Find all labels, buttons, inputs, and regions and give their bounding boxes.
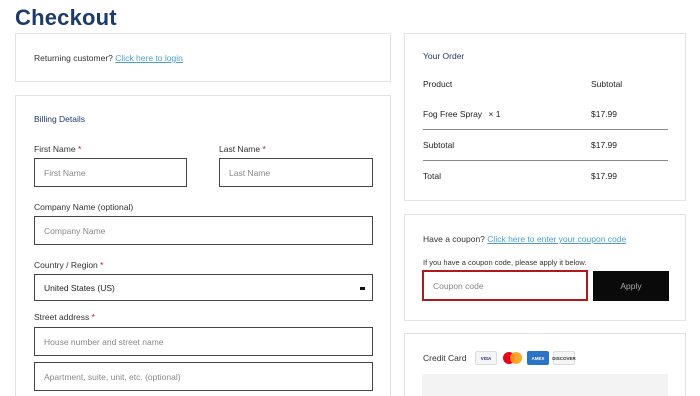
first-name-label: First Name * [34,144,81,154]
billing-details-panel: Billing Details First Name * First Name … [15,95,391,396]
total-label: Total [423,171,441,181]
order-table-header: Product Subtotal [423,79,669,89]
returning-customer-panel: Returning customer? Click here to login [15,33,391,82]
company-name-field[interactable]: Company Name [34,216,373,245]
product-column-header: Product [423,79,453,89]
apply-coupon-button[interactable]: Apply [593,271,669,301]
subtotal-label: Subtotal [423,140,455,150]
payment-panel: Credit Card VISA AMEX DISCOVER [404,333,686,396]
required-marker: * [262,144,266,154]
first-name-field[interactable]: First Name [34,158,187,187]
coupon-hint: If you have a coupon code, please apply … [423,258,587,267]
dropdown-arrow-icon [360,287,365,290]
card-details-area[interactable] [422,374,668,396]
company-name-label: Company Name (optional) [34,202,134,212]
last-name-label: Last Name * [219,144,266,154]
billing-heading: Billing Details [34,114,86,124]
mastercard-orange-circle [510,352,522,364]
returning-customer-notice: Returning customer? Click here to login [34,53,183,63]
street-address-label: Street address * [34,312,95,322]
order-total-row: Total $17.99 [423,171,669,181]
last-name-label-text: Last Name [219,144,261,154]
coupon-panel: Have a coupon? Click here to enter your … [404,214,686,321]
order-item-qty: × 1 [488,109,501,119]
subtotal-value: $17.99 [591,140,617,150]
mastercard-icon [502,351,524,365]
order-divider [423,129,668,130]
required-marker: * [91,312,95,322]
page-title: Checkout [15,5,117,30]
street-address-line2-field[interactable]: Apartment, suite, unit, etc. (optional) [34,362,373,391]
total-value: $17.99 [591,171,617,181]
coupon-link[interactable]: Click here to enter your coupon code [487,234,626,244]
required-marker: * [100,260,104,270]
order-heading: Your Order [423,51,465,61]
discover-card-icon: DISCOVER [552,351,576,365]
visa-card-icon: VISA [475,351,497,365]
coupon-prompt: Have a coupon? [423,234,485,244]
order-item-row: Fog Free Spray × 1 $17.99 [423,109,669,119]
coupon-code-input[interactable]: Coupon code [422,270,588,301]
order-subtotal-row: Subtotal $17.99 [423,140,669,150]
order-item-price: $17.99 [591,109,617,119]
country-label-text: Country / Region [34,260,98,270]
street-address-line1-field[interactable]: House number and street name [34,327,373,356]
order-divider [423,160,668,161]
login-link[interactable]: Click here to login [115,53,183,63]
country-select-value: United States (US) [44,282,115,293]
required-marker: * [77,144,82,154]
payment-method-label: Credit Card [423,353,467,363]
country-select[interactable]: United States (US) [34,274,373,301]
first-name-label-text: First Name [34,144,76,154]
last-name-field[interactable]: Last Name [219,158,373,187]
coupon-notice: Have a coupon? Click here to enter your … [423,234,626,244]
order-summary-panel: Your Order Product Subtotal Fog Free Spr… [404,33,686,201]
returning-customer-text: Returning customer? [34,53,113,63]
order-item-name: Fog Free Spray [423,109,483,119]
country-label: Country / Region * [34,260,103,270]
subtotal-column-header: Subtotal [591,79,623,89]
street-address-label-text: Street address [34,312,90,322]
amex-card-icon: AMEX [527,351,549,365]
